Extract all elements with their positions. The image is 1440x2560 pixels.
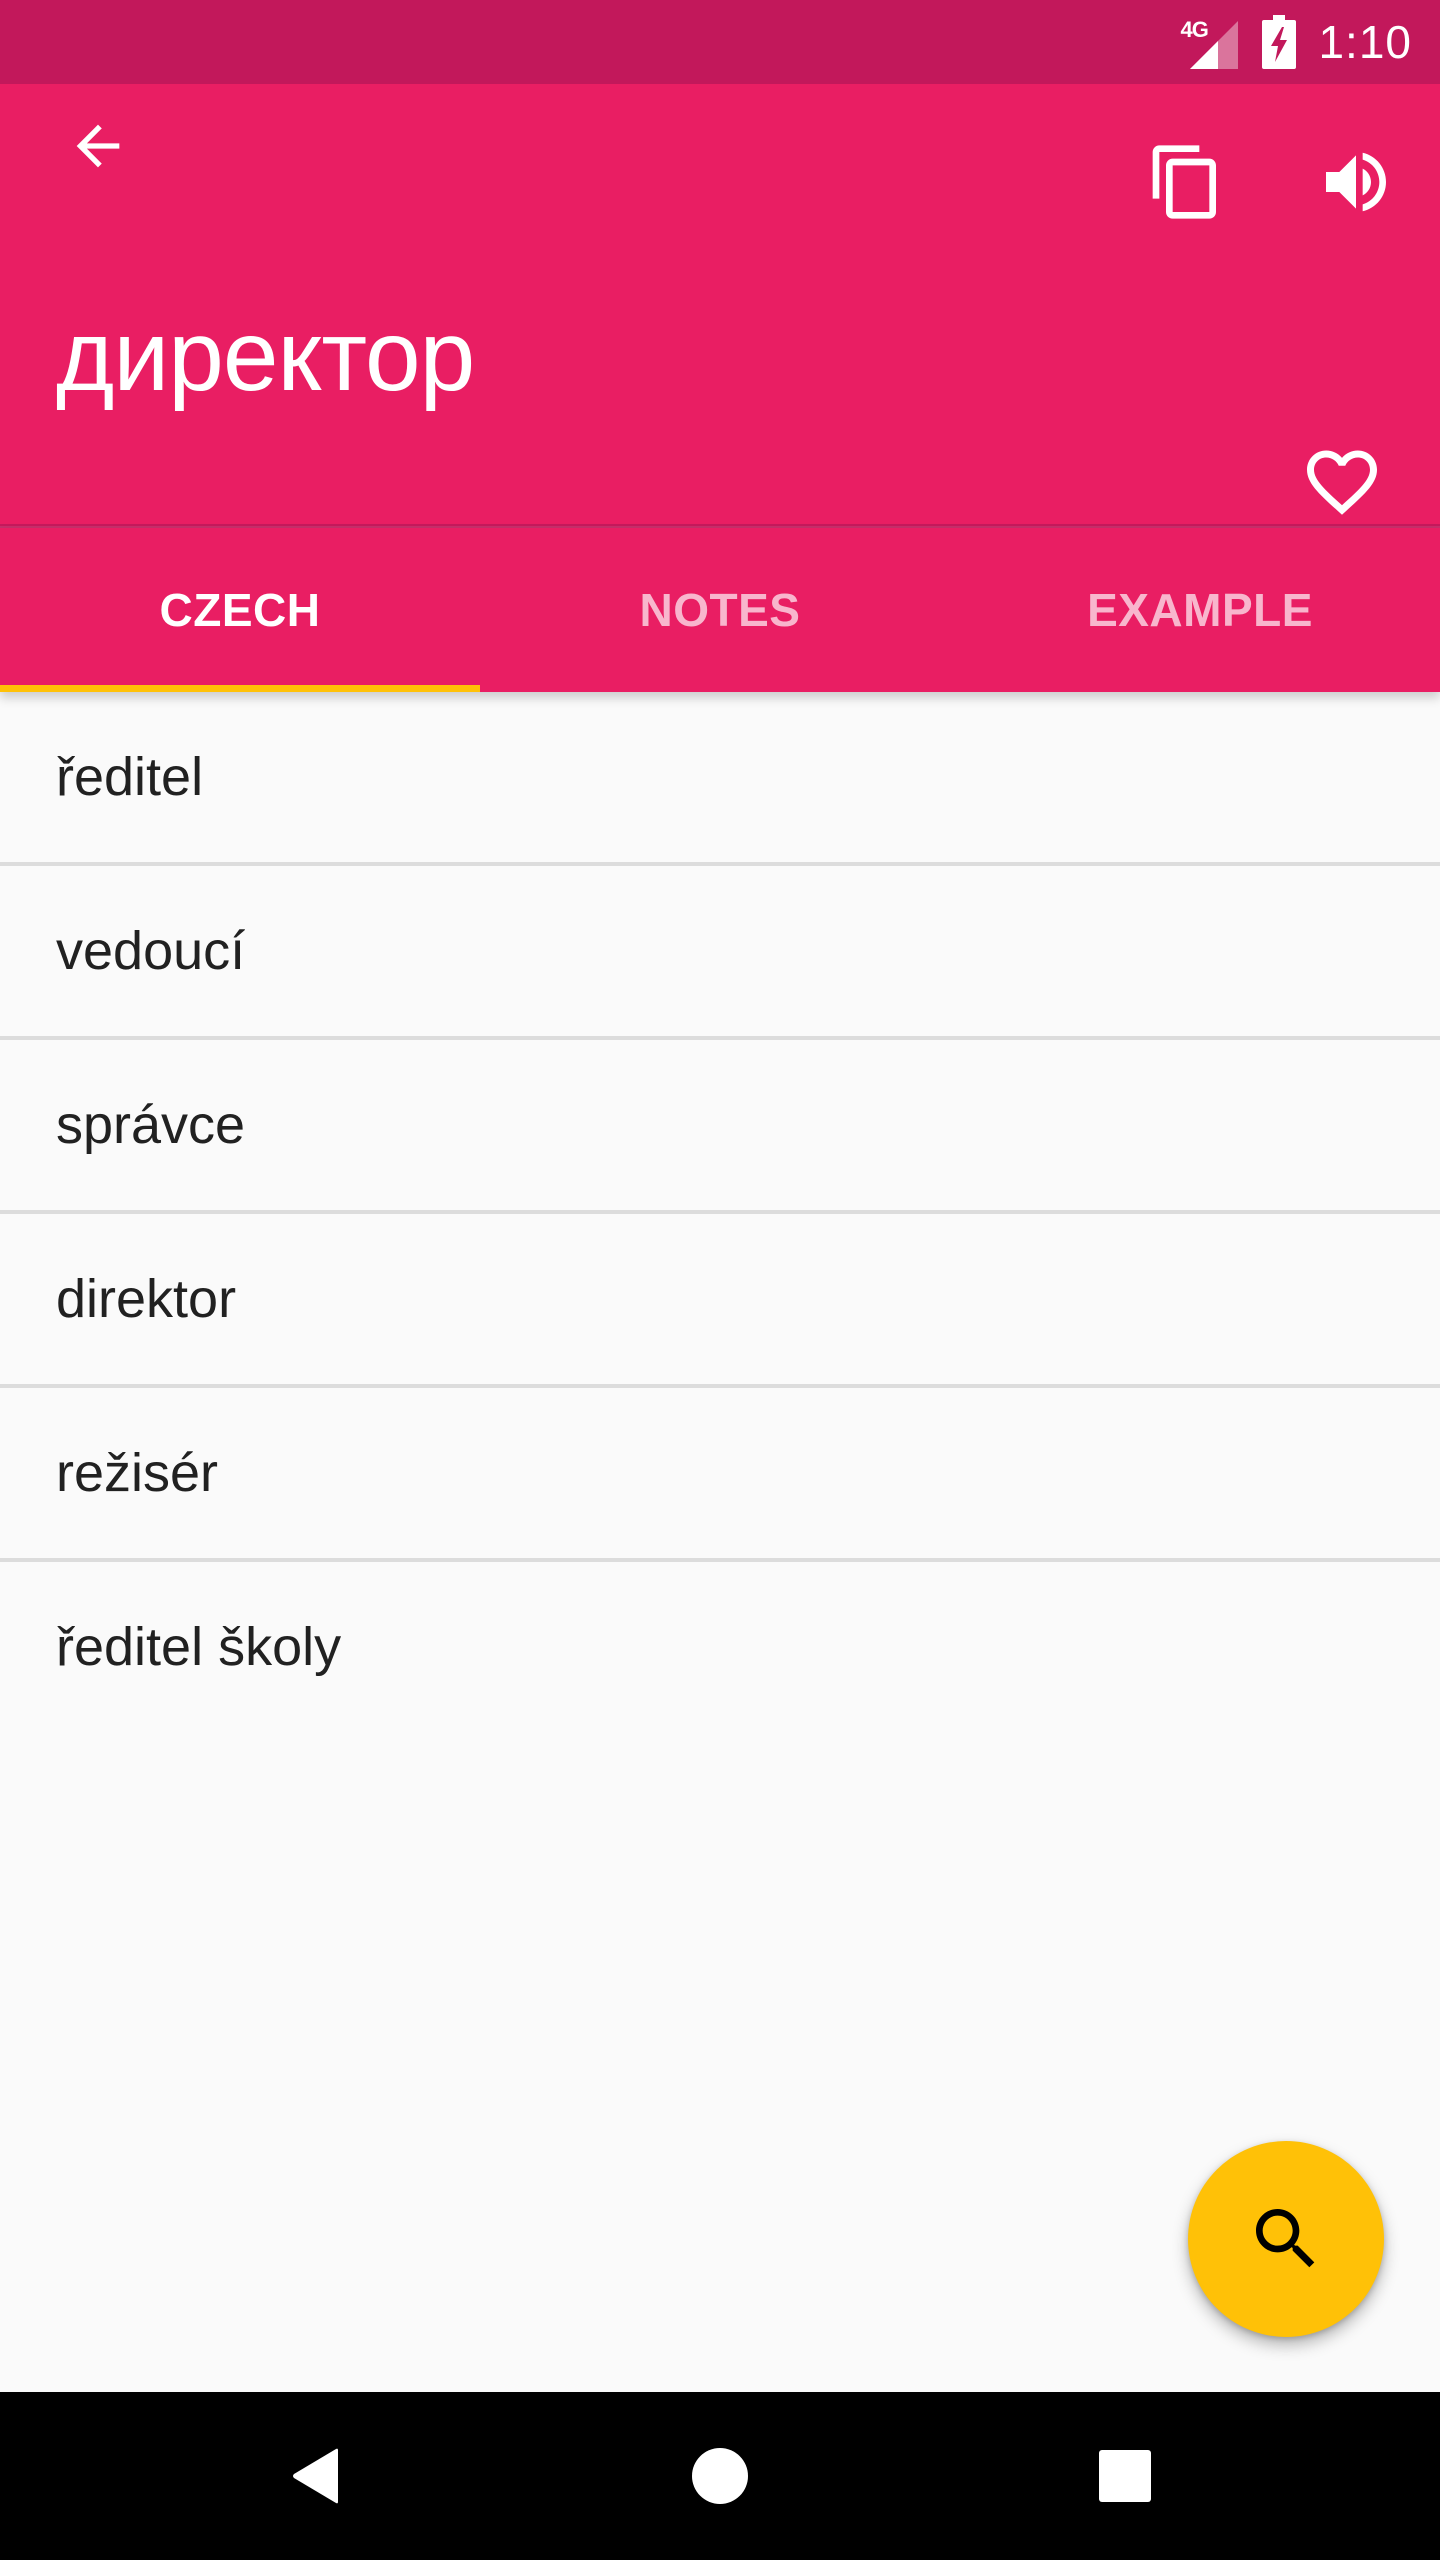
active-tab-indicator <box>0 685 480 692</box>
list-item[interactable]: správce <box>0 1040 1440 1214</box>
nav-home-icon <box>692 2448 748 2504</box>
battery-charging-icon <box>1262 15 1297 69</box>
translation-list: ředitel vedoucí správce direktor režisér… <box>0 692 1440 1732</box>
heart-outline-icon <box>1307 450 1377 515</box>
back-button[interactable] <box>50 98 146 194</box>
status-icons: 4G 1:10 <box>1180 0 1412 84</box>
pronounce-button[interactable] <box>1308 134 1404 230</box>
status-bar: 4G 1:10 <box>0 0 1440 84</box>
tab-notes[interactable]: NOTES <box>480 528 960 692</box>
back-arrow-icon <box>76 124 120 168</box>
search-icon <box>1256 2209 1315 2268</box>
volume-icon <box>1326 152 1386 212</box>
nav-back-button[interactable] <box>266 2426 366 2526</box>
search-fab[interactable] <box>1188 2141 1384 2337</box>
tab-example[interactable]: EXAMPLE <box>960 528 1440 692</box>
network-indicator: 4G <box>1180 15 1240 69</box>
list-item[interactable]: režisér <box>0 1388 1440 1562</box>
list-item[interactable]: ředitel školy <box>0 1562 1440 1732</box>
nav-recents-button[interactable] <box>1075 2426 1175 2526</box>
clock: 1:10 <box>1318 16 1412 68</box>
favorite-button[interactable] <box>1294 434 1390 530</box>
nav-back-icon <box>293 2448 338 2504</box>
copy-icon <box>1152 145 1216 219</box>
word-title: директор <box>56 300 475 412</box>
tab-czech[interactable]: CZECH <box>0 528 480 692</box>
copy-button[interactable] <box>1138 134 1234 230</box>
tab-bar: CZECH NOTES EXAMPLE <box>0 528 1440 692</box>
list-item[interactable]: vedoucí <box>0 866 1440 1040</box>
system-nav-bar <box>0 2392 1440 2560</box>
list-item[interactable]: direktor <box>0 1214 1440 1388</box>
signal-icon <box>1190 21 1239 69</box>
nav-home-button[interactable] <box>670 2426 770 2526</box>
list-item[interactable]: ředitel <box>0 692 1440 866</box>
nav-recents-icon <box>1099 2450 1151 2502</box>
